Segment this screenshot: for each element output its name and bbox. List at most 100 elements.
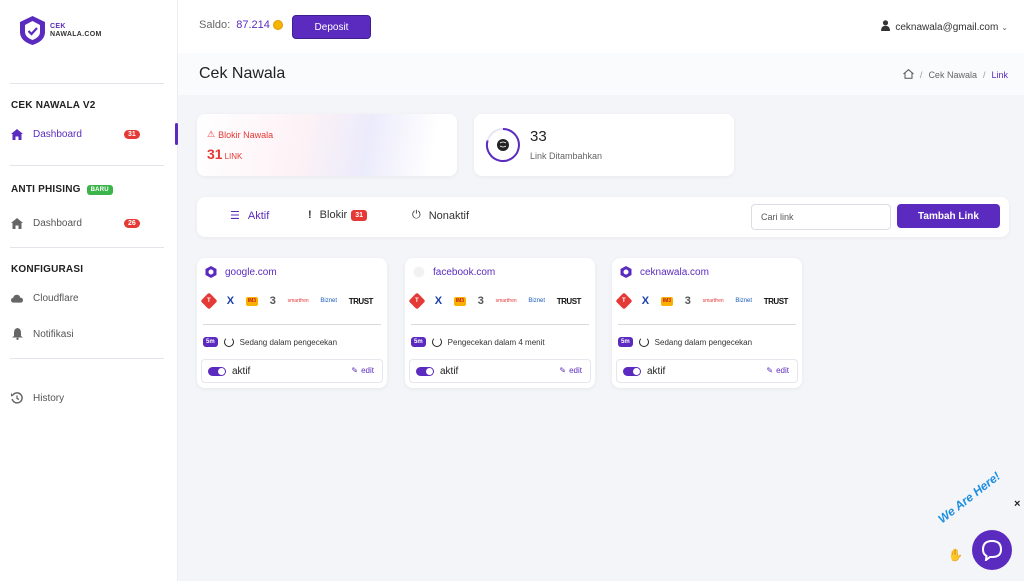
count-badge: 31: [351, 209, 367, 221]
saldo-amount: 87.214: [236, 19, 270, 31]
sidebar-item-dashboard-v2[interactable]: Dashboard 31: [11, 125, 161, 143]
active-toggle[interactable]: [416, 366, 434, 376]
tab-nonaktif[interactable]: ⏻ Nonaktif: [412, 209, 469, 222]
interval-badge: 5m: [203, 337, 218, 347]
smartfren-logo-icon: smartfren: [287, 298, 309, 304]
divider: [10, 247, 164, 248]
status-text: Pengecekan dalam 4 menit: [447, 337, 545, 347]
interval-badge: 5m: [411, 337, 426, 347]
tab-label: Nonaktif: [428, 209, 470, 222]
topbar: Saldo: 87.214 Deposit ceknawala@gmail.co…: [178, 0, 1024, 53]
link-domain[interactable]: facebook.com: [413, 266, 495, 278]
telkomsel-mark: T: [207, 297, 211, 304]
home-icon[interactable]: [903, 69, 914, 81]
tri-logo-icon: 3: [269, 295, 276, 307]
blokir-stat-card: ⚠ Blokir Nawala 31 LINK: [197, 114, 457, 176]
user-icon: [881, 20, 891, 34]
biznet-logo-icon: Biznet: [320, 298, 338, 304]
telkomsel-logo-icon: T: [408, 292, 426, 310]
edit-link[interactable]: ✎ edit: [559, 366, 582, 375]
new-badge: BARU: [86, 184, 113, 195]
sidebar-item-cloudflare[interactable]: Cloudflare: [11, 289, 161, 307]
brand-logo[interactable]: CEK NAWALA.COM: [19, 15, 102, 46]
smartfren-logo-icon: smartfren: [702, 298, 724, 304]
edit-label: edit: [569, 366, 582, 375]
sidebar-item-notifikasi[interactable]: Notifikasi: [11, 325, 161, 343]
trust-logo-icon: TRUST: [556, 296, 582, 306]
links-added-count: 33: [530, 128, 547, 145]
tab-blokir[interactable]: ! Blokir 31: [308, 209, 367, 221]
isp-logos: T X IM3 3 smartfren Biznet TRUST: [408, 292, 582, 310]
search-input[interactable]: [751, 204, 891, 230]
domain-text: facebook.com: [433, 266, 496, 278]
links-added-label: Link Ditambahkan: [530, 151, 603, 161]
bell-icon: [11, 328, 23, 340]
telkomsel-logo-icon: T: [200, 292, 218, 310]
xl-logo-icon: X: [226, 295, 235, 307]
breadcrumb-current: Link: [991, 70, 1008, 80]
isp-logos: T X IM3 3 smartfren Biznet TRUST: [615, 292, 789, 310]
link-domain[interactable]: ceknawala.com: [620, 266, 709, 278]
blokir-value: 31: [207, 146, 223, 162]
toggle-label: aktif: [440, 365, 459, 377]
telkomsel-mark: T: [622, 297, 626, 304]
link-domain[interactable]: google.com: [205, 266, 277, 278]
link-card: google.com T X IM3 3 smartfren Biznet TR…: [197, 258, 387, 388]
tab-aktif[interactable]: ☰ Aktif: [230, 209, 270, 223]
divider: [618, 324, 796, 325]
link-card: facebook.com T X IM3 3 smartfren Biznet …: [405, 258, 595, 388]
chat-greeting[interactable]: We Are Here!: [935, 469, 1002, 526]
divider: [10, 358, 164, 359]
breadcrumb-item[interactable]: Cek Nawala: [928, 70, 977, 80]
active-toggle[interactable]: [623, 366, 641, 376]
sidebar-item-history[interactable]: History: [11, 389, 161, 407]
interval-badge: 5m: [618, 337, 633, 347]
edit-link[interactable]: ✎ edit: [351, 366, 374, 375]
sidebar-item-dashboard-phising[interactable]: Dashboard 26: [11, 214, 161, 232]
section-title-anti-phising: ANTI PHISING BARU: [11, 184, 113, 195]
blokir-count: 31 LINK: [207, 146, 242, 162]
spinner-icon: [431, 337, 442, 347]
close-icon[interactable]: ×: [1014, 498, 1020, 510]
toggle-label: aktif: [647, 365, 666, 377]
sidebar-item-label: Cloudflare: [33, 292, 79, 304]
home-icon: [11, 217, 23, 229]
edit-link[interactable]: ✎ edit: [766, 366, 789, 375]
divider: [10, 165, 164, 166]
user-menu[interactable]: ceknawala@gmail.com ⌄: [881, 20, 1008, 34]
breadcrumb-separator: /: [982, 70, 986, 80]
trust-logo-icon: TRUST: [763, 296, 789, 306]
smartfren-logo-icon: smartfren: [495, 298, 517, 304]
link-actions: aktif ✎ edit: [201, 359, 383, 383]
section-title-ceknawala: CEK NAWALA V2: [11, 100, 96, 111]
breadcrumb: / Cek Nawala / Link: [903, 69, 1008, 81]
chevron-down-icon: ⌄: [1001, 22, 1008, 32]
tri-logo-icon: 3: [684, 295, 691, 307]
domain-text: google.com: [225, 266, 277, 278]
add-link-button[interactable]: Tambah Link: [897, 204, 1000, 228]
divider: [411, 324, 589, 325]
breadcrumb-separator: /: [919, 70, 923, 80]
tab-label: Aktif: [247, 209, 270, 222]
chat-button[interactable]: [972, 530, 1012, 570]
deposit-button[interactable]: Deposit: [292, 15, 371, 39]
chat-bubble-icon: [981, 539, 1003, 561]
isp-logos: T X IM3 3 smartfren Biznet TRUST: [200, 292, 374, 310]
sidebar-item-label: Dashboard: [33, 128, 82, 140]
brand-line2: NAWALA.COM: [50, 30, 102, 38]
section-title-text: ANTI PHISING: [11, 184, 81, 195]
progress-ring-icon: [486, 128, 520, 162]
xl-logo-icon: X: [641, 295, 650, 307]
blokir-unit: LINK: [224, 152, 243, 161]
count-badge: 31: [124, 129, 140, 139]
divider: [10, 83, 164, 84]
pencil-icon: ✎: [766, 366, 774, 375]
telkomsel-logo-icon: T: [615, 292, 633, 310]
divider: [203, 324, 381, 325]
warning-icon: ⚠: [207, 129, 216, 139]
trust-logo-icon: TRUST: [348, 296, 374, 306]
link-actions: aktif ✎ edit: [409, 359, 591, 383]
section-title-konfigurasi: KONFIGURASI: [11, 264, 84, 275]
coin-icon: [272, 20, 283, 30]
active-toggle[interactable]: [208, 366, 226, 376]
